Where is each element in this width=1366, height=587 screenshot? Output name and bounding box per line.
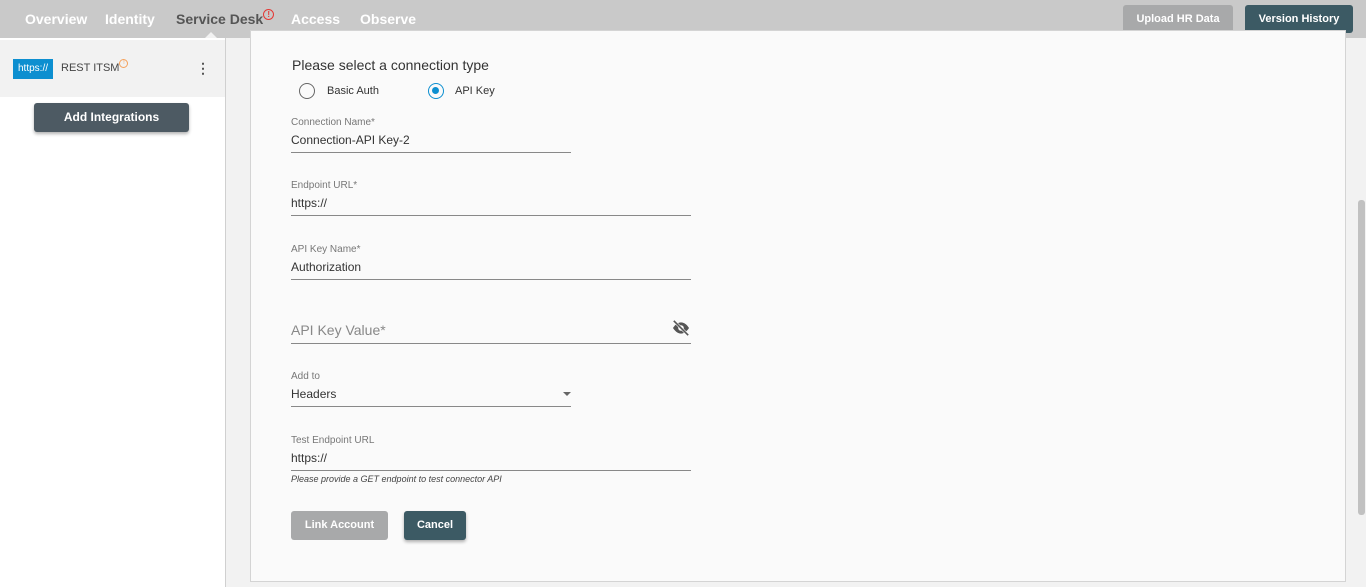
radio-api-key[interactable] <box>428 83 444 99</box>
api-key-name-label: API Key Name* <box>291 244 361 255</box>
integration-item-rest-itsm[interactable]: https:// REST ITSM! ⋮ <box>0 40 225 97</box>
endpoint-url-input[interactable]: https:// <box>291 196 327 210</box>
underline <box>291 343 691 344</box>
tab-overview[interactable]: Overview <box>25 11 87 27</box>
add-to-select[interactable]: Headers <box>291 387 336 401</box>
add-to-label: Add to <box>291 371 320 382</box>
upload-hr-data-button[interactable]: Upload HR Data <box>1123 5 1233 33</box>
add-integrations-button[interactable]: Add Integrations <box>34 103 189 132</box>
integration-name: REST ITSM <box>61 62 120 74</box>
tab-observe[interactable]: Observe <box>360 11 416 27</box>
underline <box>291 470 691 471</box>
radio-label: Basic Auth <box>327 85 379 97</box>
link-account-button[interactable]: Link Account <box>291 511 388 540</box>
connection-name-label: Connection Name* <box>291 117 375 128</box>
version-history-button[interactable]: Version History <box>1245 5 1353 33</box>
chevron-down-icon[interactable] <box>563 392 571 396</box>
eye-off-icon[interactable] <box>671 320 691 336</box>
underline <box>291 215 691 216</box>
radio-basic-auth[interactable] <box>299 83 315 99</box>
test-endpoint-input[interactable]: https:// <box>291 451 327 465</box>
underline <box>291 152 571 153</box>
underline <box>291 406 571 407</box>
radio-label: API Key <box>455 85 495 97</box>
test-endpoint-label: Test Endpoint URL <box>291 435 375 446</box>
api-key-value-input[interactable]: API Key Value* <box>291 322 386 338</box>
scrollbar-thumb[interactable] <box>1358 200 1365 515</box>
more-options-icon[interactable]: ⋮ <box>196 60 210 77</box>
connection-name-input[interactable]: Connection-API Key-2 <box>291 133 410 147</box>
https-badge: https:// <box>13 59 53 79</box>
sidebar: https:// REST ITSM! ⋮ Add Integrations <box>0 38 226 587</box>
test-endpoint-hint: Please provide a GET endpoint to test co… <box>291 474 502 484</box>
api-key-name-input[interactable]: Authorization <box>291 260 361 274</box>
connection-form: Please select a connection type Basic Au… <box>250 30 1346 582</box>
tab-identity[interactable]: Identity <box>105 11 155 27</box>
connection-type-prompt: Please select a connection type <box>292 57 489 73</box>
cancel-button[interactable]: Cancel <box>404 511 466 540</box>
alert-icon: ! <box>263 9 275 20</box>
underline <box>291 279 691 280</box>
tab-access[interactable]: Access <box>291 11 340 27</box>
warning-icon: ! <box>119 59 129 68</box>
tab-label: Service Desk <box>176 11 264 27</box>
tab-service-desk[interactable]: Service Desk! <box>176 9 275 27</box>
endpoint-url-label: Endpoint URL* <box>291 180 358 191</box>
